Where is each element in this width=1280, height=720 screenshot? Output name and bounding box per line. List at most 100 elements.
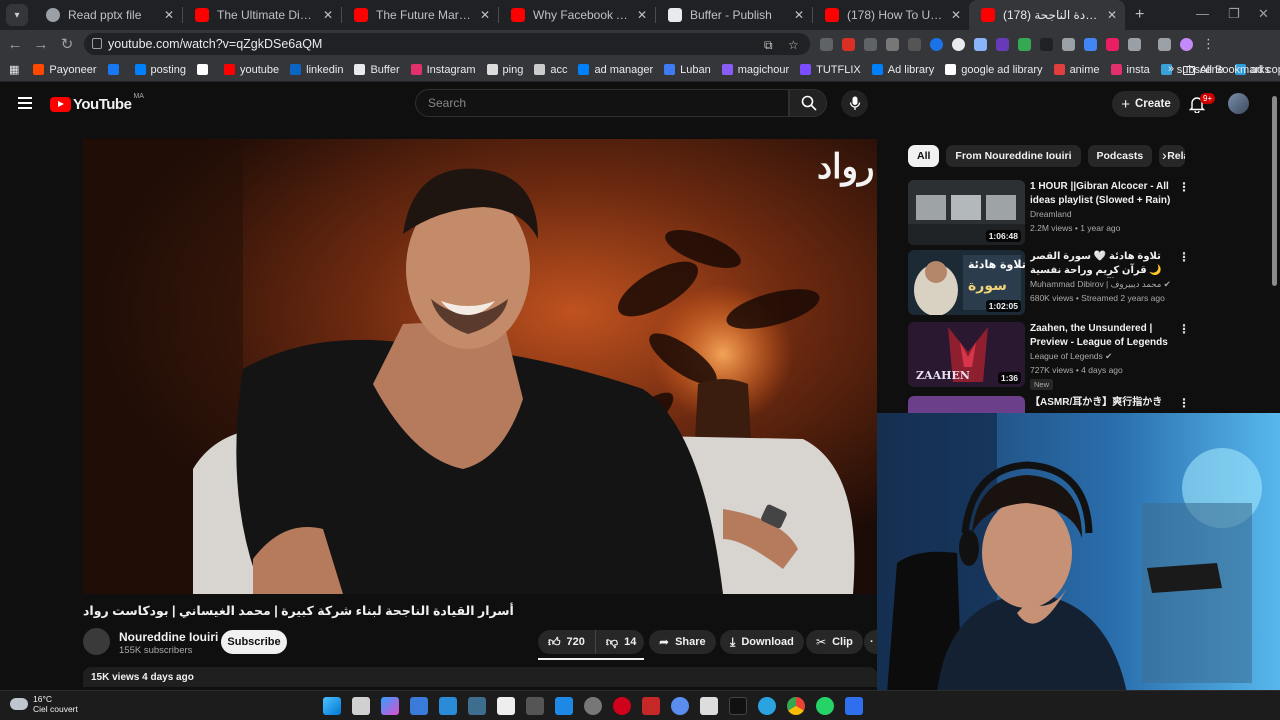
- site-info-icon[interactable]: [92, 38, 102, 49]
- minimize-icon[interactable]: —: [1196, 6, 1209, 21]
- bookmark-item[interactable]: [196, 64, 213, 75]
- app-icon[interactable]: [700, 697, 718, 715]
- install-app-icon[interactable]: ⧉: [764, 38, 773, 53]
- tab-close-icon[interactable]: ✕: [480, 8, 490, 22]
- bookmark-item[interactable]: Luban: [664, 64, 711, 76]
- browser-menu-icon[interactable]: ⋮: [1202, 36, 1215, 52]
- app-icon[interactable]: [439, 697, 457, 715]
- voice-search-button[interactable]: [841, 90, 868, 117]
- tab-5[interactable]: (178) How To Use TikTok LIVE ✕: [813, 0, 969, 30]
- copilot-icon[interactable]: [381, 697, 399, 715]
- bookmark-item[interactable]: Buffer: [354, 64, 400, 76]
- guide-menu-icon[interactable]: [18, 97, 32, 112]
- video-thumbnail[interactable]: [908, 396, 1025, 413]
- extension-icon[interactable]: [1018, 37, 1031, 51]
- video-title[interactable]: تلاوة هادئة 🤍 سورة القصر 🌙 قرآن كريم ورا…: [1030, 250, 1172, 278]
- more-vert-icon[interactable]: ⋮: [1178, 180, 1190, 194]
- address-bar[interactable]: youtube.com/watch?v=qZgkDSe6aQM ⧉ ☆: [84, 33, 810, 55]
- bookmark-item[interactable]: acc: [534, 64, 567, 76]
- close-window-icon[interactable]: ✕: [1258, 6, 1269, 22]
- tab-close-icon[interactable]: ✕: [794, 8, 804, 22]
- more-vert-icon[interactable]: ⋮: [1178, 322, 1190, 336]
- bookmark-item[interactable]: insta: [1110, 64, 1150, 76]
- extension-icon[interactable]: [842, 37, 855, 51]
- bookmark-item[interactable]: ad manager: [578, 64, 653, 76]
- recommended-video[interactable]: تلاوة هادئة سورة 1:02:05 تلاوة هادئة 🤍 س…: [908, 250, 1258, 316]
- maximize-icon[interactable]: ❐: [1228, 6, 1240, 22]
- chip-from-channel[interactable]: From Noureddine Iouiri: [946, 145, 1081, 167]
- extension-icon[interactable]: [930, 37, 943, 51]
- tab-close-icon[interactable]: ✕: [951, 8, 961, 22]
- search-button[interactable]: [789, 89, 827, 117]
- all-bookmarks[interactable]: All Bookmarks: [1182, 64, 1270, 76]
- apps-grid-icon[interactable]: ▦: [9, 63, 19, 76]
- download-button[interactable]: ⤓ Download: [720, 630, 804, 654]
- tab-4[interactable]: Buffer - Publish ✕: [656, 0, 812, 30]
- extension-icon[interactable]: [996, 37, 1009, 51]
- new-tab-button[interactable]: +: [1135, 6, 1144, 24]
- bookmark-item[interactable]: Ad library: [871, 64, 934, 76]
- video-player[interactable]: رواد: [83, 139, 877, 594]
- tab-1[interactable]: The Ultimate Digital Marketin ✕: [183, 0, 341, 30]
- channel-name[interactable]: League of Legends ✔: [1030, 351, 1112, 362]
- extension-icon[interactable]: [1106, 37, 1119, 51]
- video-thumbnail[interactable]: تلاوة هادئة سورة 1:02:05: [908, 250, 1025, 315]
- bookmarks-overflow-icon[interactable]: »: [1168, 63, 1174, 75]
- settings-gear-icon[interactable]: [584, 697, 602, 715]
- app-icon[interactable]: [468, 697, 486, 715]
- tab-2[interactable]: The Future Mark Zuckerberg ✕: [342, 0, 498, 30]
- extension-icon[interactable]: [1040, 37, 1053, 51]
- more-actions-button[interactable]: ·: [864, 630, 877, 654]
- bookmark-star-icon[interactable]: ☆: [788, 38, 799, 52]
- app-icon[interactable]: [642, 697, 660, 715]
- extension-icon[interactable]: [952, 37, 965, 51]
- reading-list-icon[interactable]: [1158, 37, 1171, 51]
- like-button[interactable]: 👍︎ 720: [538, 630, 596, 654]
- app-icon[interactable]: [497, 697, 515, 715]
- windows-start-icon[interactable]: [323, 697, 341, 715]
- extension-icon[interactable]: [908, 37, 921, 51]
- tab-0[interactable]: Read pptx file ✕: [34, 0, 182, 30]
- app-icon[interactable]: [555, 697, 573, 715]
- bookmark-item[interactable]: TUTFLIX: [800, 64, 861, 76]
- chip-podcasts[interactable]: Podcasts: [1087, 145, 1153, 167]
- app-icon[interactable]: [671, 697, 689, 715]
- bookmark-item[interactable]: magichour: [721, 64, 789, 76]
- extension-icon[interactable]: [974, 37, 987, 51]
- share-button[interactable]: ➦ Share: [649, 630, 716, 654]
- extension-icon[interactable]: [864, 37, 877, 51]
- video-title[interactable]: Zaahen, the Unsundered | Preview - Leagu…: [1030, 322, 1172, 350]
- weather-widget[interactable]: 16°C Ciel couvert: [10, 694, 78, 714]
- extension-icon[interactable]: [820, 37, 833, 51]
- extension-icon[interactable]: [1084, 37, 1097, 51]
- bookmark-item[interactable]: google ad library: [945, 64, 1043, 76]
- recommended-video[interactable]: ZAAHEN 1:36 Zaahen, the Unsundered | Pre…: [908, 322, 1258, 390]
- forward-icon[interactable]: →: [28, 36, 54, 53]
- extensions-puzzle-icon[interactable]: [1128, 37, 1141, 51]
- chrome-icon[interactable]: [787, 697, 805, 715]
- bookmark-item[interactable]: ping: [486, 64, 523, 76]
- video-title[interactable]: 1 HOUR ||Gibran Alcocer - All ideas play…: [1030, 180, 1172, 208]
- bookmark-item[interactable]: Payoneer: [33, 64, 97, 76]
- video-thumbnail[interactable]: ZAAHEN 1:36: [908, 322, 1025, 387]
- page-scrollbar[interactable]: [1272, 96, 1277, 286]
- app-icon[interactable]: [845, 697, 863, 715]
- dislike-button[interactable]: 👎︎ 14: [596, 630, 646, 654]
- tab-close-icon[interactable]: ✕: [637, 8, 647, 22]
- app-icon[interactable]: [410, 697, 428, 715]
- tab-6-active[interactable]: (178) أسرار القيادة الناجحة ✕: [969, 0, 1125, 30]
- create-button[interactable]: + Create: [1112, 91, 1180, 117]
- tab-close-icon[interactable]: ✕: [1107, 8, 1117, 22]
- tiktok-icon[interactable]: [729, 697, 747, 715]
- recommended-video[interactable]: 1:06:48 1 HOUR ||Gibran Alcocer - All id…: [908, 180, 1258, 246]
- tab-close-icon[interactable]: ✕: [323, 8, 333, 22]
- video-thumbnail[interactable]: 1:06:48: [908, 180, 1025, 245]
- tab-search-button[interactable]: ▾: [6, 4, 28, 26]
- bookmark-item[interactable]: anime: [1053, 64, 1100, 76]
- chip-all[interactable]: All: [908, 145, 940, 167]
- subscribe-button[interactable]: Subscribe: [221, 630, 287, 654]
- more-vert-icon[interactable]: ⋮: [1178, 396, 1190, 410]
- bookmark-item[interactable]: linkedin: [290, 64, 343, 76]
- whatsapp-icon[interactable]: [816, 697, 834, 715]
- channel-name[interactable]: Dreamland: [1030, 209, 1072, 219]
